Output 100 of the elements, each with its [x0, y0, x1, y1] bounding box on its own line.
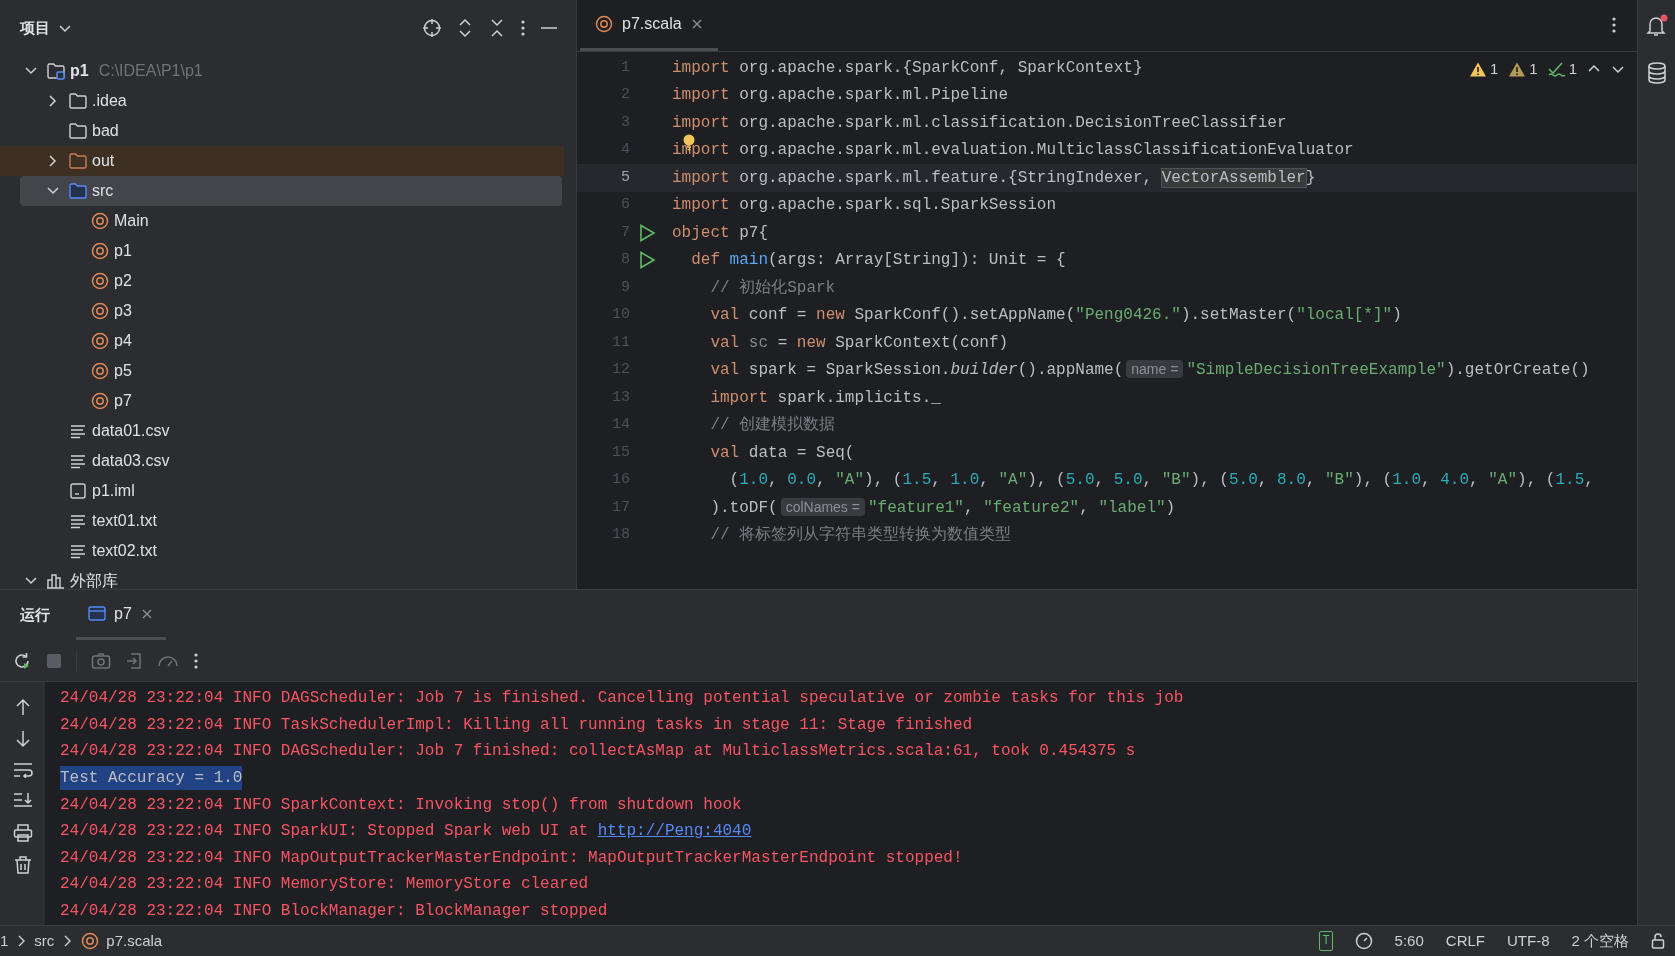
- inspection-count: 1: [1489, 59, 1499, 79]
- run-icon[interactable]: [639, 251, 656, 270]
- breadcrumb[interactable]: p7.scala: [80, 929, 163, 953]
- trash-icon[interactable]: [13, 856, 32, 874]
- tree-item[interactable]: bad: [0, 116, 564, 146]
- lock-icon[interactable]: [1651, 933, 1665, 949]
- inspection-count: 1: [1529, 59, 1538, 79]
- code-line: (1.0, 0.0, "A"), (1.5, 1.0, "A"), (5.0, 5.0, "B"), (5.0, 8.0, "B"), (1.0, 4.0, "A"), (1.5,: [728, 470, 1594, 492]
- more-options-icon[interactable]: [520, 19, 526, 37]
- tree-item[interactable]: p2: [0, 266, 564, 296]
- code-line: import org.apache.spark.ml.evaluation.MulticlassClassificationEvaluator: [672, 138, 1354, 163]
- code-line: import org.apache.spark.ml.classification.DecisionTreeClassifier: [672, 112, 1287, 134]
- console-icon: [88, 605, 106, 622]
- scroll-to-end-icon[interactable]: [12, 792, 33, 810]
- tree-item[interactable]: p7: [0, 386, 564, 416]
- folder-icon: [68, 181, 88, 201]
- gauge-icon[interactable]: [1354, 932, 1373, 950]
- chevron-down-icon: [58, 22, 72, 34]
- folder-icon: [68, 121, 88, 141]
- tree-item[interactable]: out: [0, 146, 564, 176]
- tree-item[interactable]: p3: [0, 296, 564, 326]
- code-line: import org.apache.spark.ml.Pipeline: [672, 85, 1009, 107]
- rerun-icon[interactable]: [12, 650, 32, 671]
- tree-item[interactable]: p1 C:\IDEA\P1\p1: [0, 56, 564, 86]
- expand-all-icon[interactable]: [456, 18, 474, 38]
- code-line: // 创建模拟数据: [709, 414, 836, 437]
- console-line: 24/04/28 23:22:04 INFO DAGScheduler: Job 7 finished: collectAsMap at MulticlassMetrics.scala:61, took 0.454375 s: [60, 741, 1136, 763]
- camera-icon[interactable]: [91, 651, 111, 670]
- code-line: val spark = SparkSession.builder().appName( name = "SimpleDecisionTreeExample").getOrCreate(): [709, 359, 1590, 382]
- object-icon: [80, 931, 101, 951]
- code-line: def main(args: Array[String]): Unit = {: [690, 250, 1066, 272]
- code-line: val data = Seq(: [709, 442, 855, 464]
- minimize-icon[interactable]: [540, 26, 558, 30]
- inspection-count: 1: [1568, 59, 1577, 79]
- exit-icon[interactable]: [125, 651, 143, 670]
- tree-item[interactable]: p5: [0, 356, 564, 386]
- tree-item[interactable]: text01.txt: [0, 506, 564, 536]
- console-line: 24/04/28 23:22:04 INFO MapOutputTrackerMasterEndpoint: MapOutputTrackerMasterEndpoint stopped!: [60, 847, 963, 869]
- module-folder-icon: [46, 61, 66, 81]
- console-line: 24/04/28 23:22:04 INFO MemoryStore: MemoryStore cleared: [60, 874, 589, 896]
- collapse-all-icon[interactable]: [488, 18, 506, 38]
- line-separator[interactable]: CRLF: [1445, 929, 1485, 953]
- locate-icon[interactable]: [422, 18, 442, 38]
- up-arrow-icon[interactable]: [14, 698, 31, 716]
- folder-icon: [68, 91, 88, 111]
- code-line: val conf = new SparkConf().setAppName("Peng0426.").setMaster("local[*]"): [709, 305, 1402, 327]
- code-line: // 初始化Spark: [709, 277, 836, 299]
- console-line: 24/04/28 23:22:04 INFO DAGScheduler: Job 7 is finished. Cancelling potential speculative or zombie tasks for this job: [60, 688, 1184, 710]
- tree-item[interactable]: 外部库: [0, 566, 564, 589]
- object-icon: [90, 331, 110, 351]
- code-line: import org.apache.spark.{SparkConf, SparkContext}: [672, 57, 1143, 79]
- code-line: val sc = new SparkContext(conf): [709, 332, 1009, 354]
- caret-position[interactable]: 5:60: [1394, 929, 1424, 953]
- indent-setting[interactable]: 2 个空格: [1571, 929, 1629, 953]
- code-line: import org.apache.spark.sql.SparkSession: [672, 195, 1057, 217]
- object-icon: [90, 361, 110, 381]
- console-line: 24/04/28 23:22:04 INFO SparkUI: Stopped Spark web UI at http://Peng:4040: [60, 821, 752, 843]
- library-icon: [46, 571, 66, 589]
- soft-wrap-icon[interactable]: [12, 762, 33, 778]
- parameter-hint: name =: [1126, 360, 1184, 379]
- project-view-dropdown[interactable]: 项目: [20, 16, 72, 40]
- object-icon: [594, 14, 614, 34]
- run-icon[interactable]: [639, 223, 656, 242]
- database-icon[interactable]: [1646, 62, 1667, 84]
- console-line: 24/04/28 23:22:04 INFO TaskSchedulerImpl: Killing all running tasks in stage 11: Stage finished: [60, 714, 973, 736]
- object-icon: [90, 391, 110, 411]
- code-line: object p7{: [672, 222, 768, 244]
- print-icon[interactable]: [12, 824, 33, 842]
- object-icon: [90, 241, 110, 261]
- more-options-icon[interactable]: [1611, 16, 1617, 34]
- typo-check-icon: [1547, 61, 1566, 78]
- tree-item[interactable]: text02.txt: [0, 536, 564, 566]
- file-encoding[interactable]: UTF-8: [1507, 929, 1550, 953]
- warning-icon: [1508, 61, 1527, 78]
- more-options-icon[interactable]: [193, 651, 199, 670]
- breadcrumb[interactable]: src: [34, 929, 55, 953]
- line-number: 5: [620, 167, 630, 188]
- tree-item[interactable]: p1.iml: [0, 476, 564, 506]
- tree-item[interactable]: data01.csv: [0, 416, 564, 446]
- code-line: ).toDF( colNames = "feature1", "feature2", "label"): [709, 496, 1176, 519]
- url-link[interactable]: http://Peng:4040: [597, 822, 752, 841]
- tree-item[interactable]: src: [20, 176, 562, 206]
- text-mode-indicator[interactable]: T: [1319, 931, 1333, 951]
- object-icon: [90, 211, 110, 231]
- tree-item[interactable]: .idea: [0, 86, 564, 116]
- console-line: 24/04/28 23:22:04 INFO SparkContext: Invoking stop() from shutdown hook: [60, 794, 742, 816]
- file-tab[interactable]: p7.scala: [580, 0, 718, 51]
- notification-bell-icon[interactable]: [1645, 14, 1668, 38]
- breadcrumb[interactable]: 1: [0, 929, 9, 953]
- warning-icon: [1468, 61, 1487, 78]
- breadcrumb-chevron-icon: [62, 934, 73, 948]
- folder-icon: [68, 151, 88, 171]
- tree-item[interactable]: Main: [0, 206, 564, 236]
- code-line: // 将标签列从字符串类型转换为数值类型: [709, 524, 1012, 547]
- tree-item[interactable]: p4: [0, 326, 564, 356]
- tree-item[interactable]: p1: [0, 236, 564, 266]
- object-icon: [90, 301, 110, 321]
- tree-item[interactable]: data03.csv: [0, 446, 564, 476]
- run-panel-title: 运行: [20, 604, 50, 625]
- down-arrow-icon[interactable]: [14, 730, 31, 748]
